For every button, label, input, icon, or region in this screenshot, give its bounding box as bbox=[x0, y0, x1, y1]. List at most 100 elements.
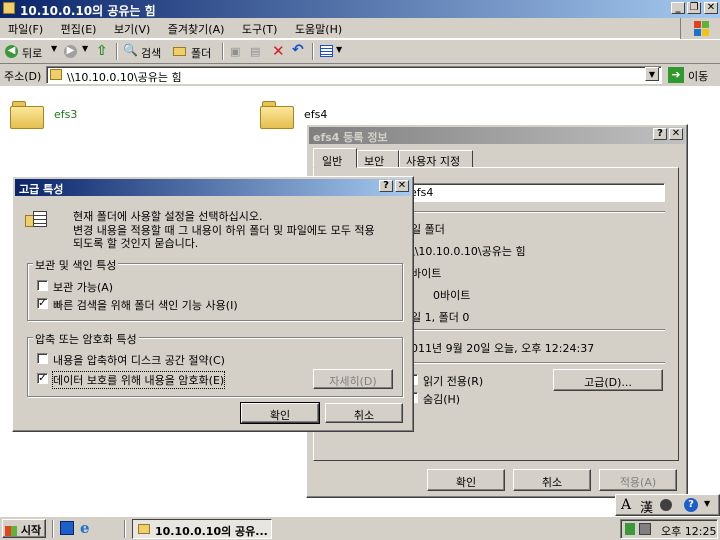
tab-security[interactable]: 보안 bbox=[357, 150, 399, 168]
lang-a-button[interactable]: A bbox=[621, 497, 631, 513]
folders-icon[interactable] bbox=[173, 47, 186, 56]
menu-bar: 파일(F) 편집(E) 보기(V) 즐겨찾기(A) 도구(T) 도움말(H) bbox=[0, 18, 720, 38]
properties-title: efs4 등록 정보 bbox=[313, 131, 388, 144]
menu-edit[interactable]: 편집(E) bbox=[61, 23, 97, 36]
folder-icon bbox=[138, 524, 150, 534]
menu-tools[interactable]: 도구(T) bbox=[242, 23, 278, 36]
archive-checkbox[interactable] bbox=[37, 280, 48, 291]
back-arrow-icon[interactable]: ◀ bbox=[5, 45, 18, 58]
network-tray-icon[interactable] bbox=[625, 523, 635, 535]
restore-button[interactable]: ❐ bbox=[687, 2, 701, 14]
ime-pad-icon[interactable] bbox=[660, 499, 672, 511]
go-arrow-icon[interactable]: ➜ bbox=[668, 67, 684, 83]
close-button[interactable]: ✕ bbox=[704, 2, 718, 14]
help-button[interactable]: ? bbox=[379, 180, 393, 192]
ok-button[interactable]: 확인 bbox=[240, 402, 320, 424]
show-desktop-icon[interactable] bbox=[60, 521, 74, 535]
back-button-label[interactable]: 뒤로 bbox=[22, 45, 42, 61]
tab-general-label: 일반 bbox=[322, 155, 343, 168]
divider bbox=[407, 211, 665, 213]
lang-hanja-button[interactable]: 漢 bbox=[640, 497, 653, 516]
menu-favorites[interactable]: 즐겨찾기(A) bbox=[168, 23, 225, 36]
archive-index-group-label: 보관 및 색인 특성 bbox=[33, 257, 119, 273]
address-bar: 주소(D) \\10.10.0.10\공유는 힘 ▼ ➜ 이동 bbox=[0, 63, 720, 86]
folder-item[interactable]: efs3 bbox=[10, 98, 90, 136]
folder-label: efs4 bbox=[304, 108, 328, 121]
minimize-button[interactable]: _ bbox=[671, 2, 685, 14]
move-to-icon[interactable]: ▣ bbox=[230, 45, 240, 58]
window-title: 10.10.0.10의 공유는 힘 bbox=[20, 4, 156, 18]
advanced-titlebar[interactable]: 고급 특성 ? ✕ bbox=[15, 179, 411, 196]
folders-button-label[interactable]: 폴더 bbox=[191, 45, 211, 61]
ok-button-label: 확인 bbox=[269, 409, 291, 422]
address-input[interactable]: \\10.10.0.10\공유는 힘 ▼ bbox=[46, 66, 662, 84]
menu-view[interactable]: 보기(V) bbox=[114, 23, 150, 36]
contains-value: 일 1, 폴더 0 bbox=[411, 311, 470, 324]
taskbar: 시작 e 10.10.0.10의 공유... 오후 12:25 bbox=[0, 516, 720, 540]
cancel-button[interactable]: 취소 bbox=[513, 469, 591, 491]
compress-checkbox[interactable] bbox=[37, 353, 48, 364]
address-dropdown-icon[interactable]: ▼ bbox=[645, 67, 659, 81]
close-button[interactable]: ✕ bbox=[669, 128, 683, 140]
size-value: 바이트 bbox=[411, 267, 442, 280]
undo-icon[interactable]: ↶ bbox=[292, 42, 304, 58]
created-value: 011년 9월 20일 오늘, 오후 12:24:37 bbox=[411, 342, 595, 355]
explorer-titlebar[interactable]: 10.10.0.10의 공유는 힘 _ ❐ ✕ bbox=[0, 0, 720, 18]
folder-label: efs3 bbox=[54, 108, 78, 121]
tab-general[interactable]: 일반 bbox=[313, 148, 357, 168]
back-dropdown-icon[interactable]: ▼ bbox=[51, 44, 57, 53]
separator bbox=[52, 520, 54, 538]
ime-tray-icon[interactable] bbox=[639, 523, 651, 535]
index-label: 빠른 검색을 위해 폴더 색인 기능 사용(I) bbox=[53, 299, 238, 312]
folder-name-input[interactable]: efs4 bbox=[407, 183, 665, 202]
cancel-button-label: 취소 bbox=[353, 409, 375, 422]
type-value: 일 폴더 bbox=[411, 223, 445, 236]
views-dropdown-icon[interactable]: ▼ bbox=[336, 45, 342, 54]
forward-dropdown-icon[interactable]: ▼ bbox=[82, 44, 88, 53]
clock[interactable]: 오후 12:25 bbox=[661, 523, 716, 539]
go-button-label[interactable]: 이동 bbox=[688, 68, 708, 84]
separator bbox=[222, 43, 224, 60]
ok-button-label: 확인 bbox=[455, 476, 477, 489]
cancel-button[interactable]: 취소 bbox=[325, 403, 403, 423]
search-icon[interactable]: 🔍 bbox=[123, 43, 138, 57]
advanced-attributes-dialog: 고급 특성 ? ✕ 현재 폴더에 사용할 설정을 선택하십시오. 변경 내용을 … bbox=[12, 176, 414, 432]
index-checkbox[interactable]: ✓ bbox=[37, 298, 48, 309]
taskbar-window-button[interactable]: 10.10.0.10의 공유... bbox=[132, 519, 272, 539]
windows-logo bbox=[680, 18, 720, 40]
separator bbox=[312, 43, 314, 60]
details-button-label: 자세히(D) bbox=[329, 375, 377, 388]
menu-help[interactable]: 도움말(H) bbox=[295, 23, 342, 36]
advanced-title: 고급 특성 bbox=[19, 183, 64, 196]
up-folder-icon[interactable]: ⇧ bbox=[96, 43, 108, 59]
apply-button[interactable]: 적용(A) bbox=[599, 469, 677, 491]
delete-icon[interactable]: ✕ bbox=[272, 42, 285, 60]
windows-flag-icon bbox=[5, 526, 17, 536]
lang-bar-options-icon[interactable]: ▼ bbox=[704, 499, 710, 508]
language-bar: A 漢 ? ▼ bbox=[615, 494, 720, 516]
advanced-button[interactable]: 고급(D)... bbox=[553, 369, 663, 391]
start-button[interactable]: 시작 bbox=[2, 519, 46, 538]
internet-explorer-icon[interactable]: e bbox=[80, 519, 90, 537]
compress-label: 내용을 압축하여 디스크 공간 절약(C) bbox=[53, 354, 225, 367]
start-label: 시작 bbox=[20, 524, 42, 537]
properties-titlebar[interactable]: efs4 등록 정보 ? ✕ bbox=[309, 127, 685, 144]
properties-icon bbox=[25, 211, 47, 229]
ok-button[interactable]: 확인 bbox=[427, 469, 505, 491]
divider bbox=[407, 329, 665, 331]
close-button[interactable]: ✕ bbox=[395, 180, 409, 192]
copy-to-icon[interactable]: ▤ bbox=[250, 45, 260, 58]
menu-file[interactable]: 파일(F) bbox=[8, 23, 43, 36]
advanced-button-label: 고급(D)... bbox=[584, 376, 632, 389]
help-icon[interactable]: ? bbox=[684, 498, 698, 512]
help-button[interactable]: ? bbox=[653, 128, 667, 140]
forward-arrow-icon[interactable]: ▶ bbox=[64, 45, 77, 58]
system-tray: 오후 12:25 bbox=[620, 519, 718, 539]
divider bbox=[407, 362, 665, 364]
encrypt-checkbox[interactable]: ✓ bbox=[37, 373, 48, 384]
location-value: \\10.10.0.10\공유는 힘 bbox=[411, 245, 526, 258]
details-button[interactable]: 자세히(D) bbox=[313, 369, 393, 389]
search-button-label[interactable]: 검색 bbox=[141, 45, 161, 61]
tab-customize[interactable]: 사용자 지정 bbox=[399, 150, 473, 168]
views-icon[interactable] bbox=[320, 45, 333, 57]
